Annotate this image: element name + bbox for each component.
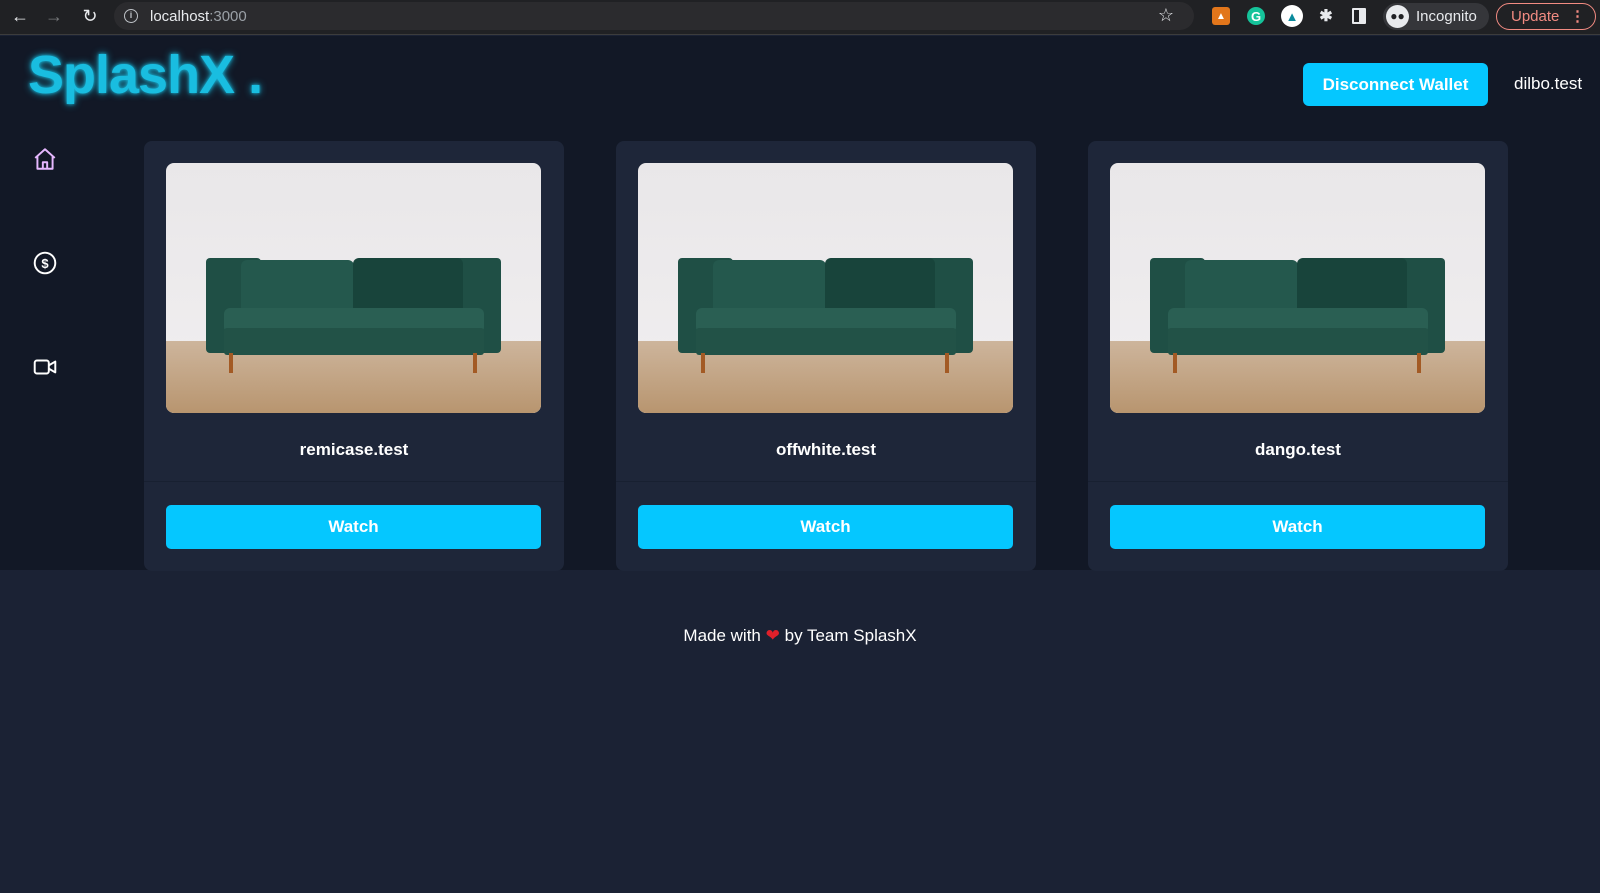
incognito-badge[interactable]: ●● Incognito [1383, 3, 1489, 30]
url-text: localhost:3000 [150, 8, 247, 25]
site-info-icon[interactable]: i [124, 9, 138, 23]
vpn-icon[interactable]: ▲ [1281, 5, 1303, 27]
card-title: offwhite.test [775, 440, 877, 459]
username-label: dilbo.test [1514, 74, 1583, 93]
update-button[interactable]: Update ⋮ [1496, 3, 1596, 30]
footer-suffix: by Team SplashX [784, 626, 917, 645]
incognito-icon: ●● [1386, 5, 1409, 28]
update-label: Update [1511, 8, 1560, 25]
app-logo[interactable]: SplashX . [28, 44, 263, 106]
video-icon[interactable] [32, 354, 58, 380]
watch-button[interactable]: Watch [166, 505, 541, 549]
sofa-thumbnail[interactable] [1110, 163, 1485, 413]
grammarly-icon[interactable]: G [1247, 7, 1265, 25]
watch-button[interactable]: Watch [638, 505, 1013, 549]
svg-text:$: $ [41, 256, 49, 271]
card-divider [616, 481, 1036, 482]
browser-toolbar: ← → ↻ i localhost:3000 ☆ ▲ G ▲ ✱ ●● Inco… [0, 0, 1600, 35]
address-bar[interactable]: i localhost:3000 ☆ [114, 2, 1194, 30]
dollar-icon[interactable]: $ [32, 250, 58, 276]
footer-prefix: Made with [683, 626, 761, 645]
extensions-puzzle-icon[interactable]: ✱ [1315, 5, 1337, 27]
sofa-thumbnail[interactable] [638, 163, 1013, 413]
watch-button[interactable]: Watch [1110, 505, 1485, 549]
home-icon[interactable] [32, 146, 58, 172]
kebab-menu-icon[interactable]: ⋮ [1570, 7, 1585, 25]
reload-button[interactable]: ↻ [74, 0, 106, 32]
sofa-thumbnail[interactable] [166, 163, 541, 413]
heart-icon: ❤ [765, 626, 780, 645]
disconnect-wallet-button[interactable]: Disconnect Wallet [1303, 63, 1488, 106]
card-divider [1088, 481, 1508, 482]
card-title: dango.test [1255, 440, 1341, 459]
stream-card: offwhite.test Watch [616, 141, 1036, 571]
bookmark-star-icon[interactable]: ☆ [1158, 5, 1174, 26]
back-button[interactable]: ← [4, 0, 36, 32]
side-panel-icon[interactable] [1352, 8, 1366, 24]
stream-card: dango.test Watch [1088, 141, 1508, 571]
footer: Made with ❤ by Team SplashX [0, 626, 1600, 646]
incognito-label: Incognito [1416, 8, 1477, 25]
card-divider [144, 481, 564, 482]
forward-button[interactable]: → [38, 0, 70, 32]
stream-card: remicase.test Watch [144, 141, 564, 571]
card-title: remicase.test [299, 440, 409, 459]
metamask-icon[interactable]: ▲ [1212, 7, 1230, 25]
